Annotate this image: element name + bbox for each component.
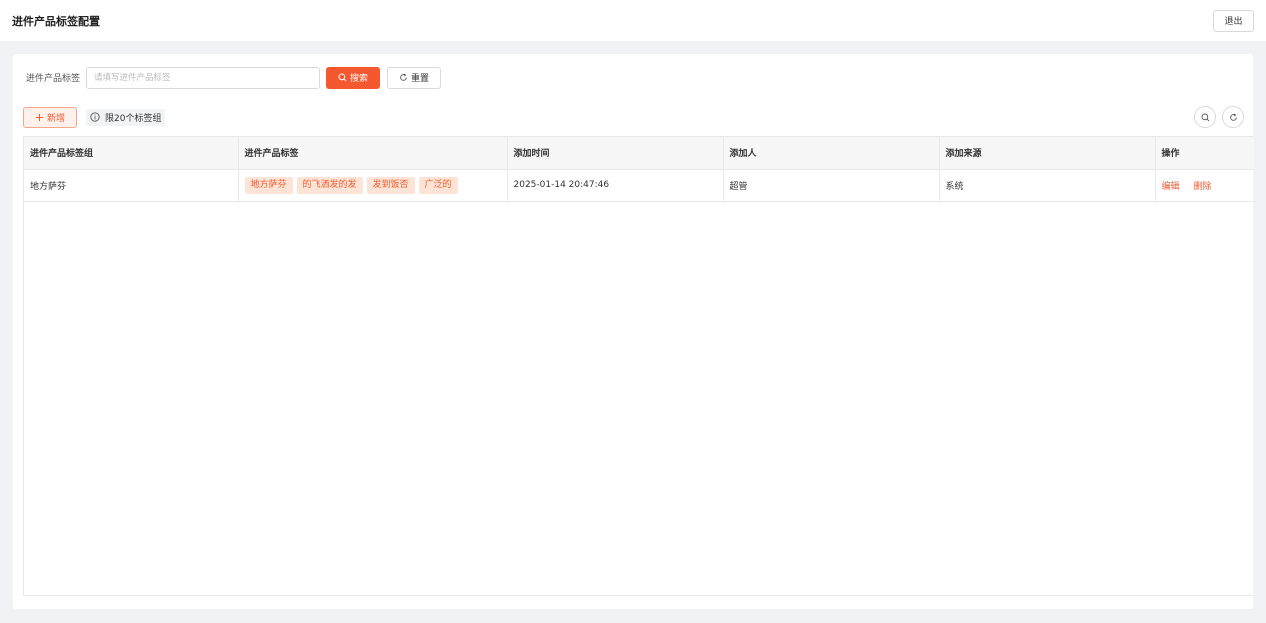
limit-hint: 限20个标签组 xyxy=(86,108,166,126)
product-tag: 广泛的 xyxy=(418,176,458,194)
product-tag: 发到饭否 xyxy=(366,176,415,194)
main-card: 进件产品标签 搜索 重置 新增 限20个标签组 xyxy=(13,54,1254,609)
data-table: 进件产品标签组 进件产品标签 添加时间 添加人 添加来源 操作 地方萨芬 地方萨… xyxy=(23,136,1254,596)
column-header-creator: 添加人 xyxy=(723,137,940,170)
reset-button-label: 重置 xyxy=(411,74,430,84)
delete-link[interactable]: 删除 xyxy=(1194,182,1212,192)
limit-text: 限20个标签组 xyxy=(105,113,162,124)
product-tag: 地方萨芬 xyxy=(244,176,293,194)
logout-button[interactable]: 退出 xyxy=(1213,9,1254,32)
search-button-label: 搜索 xyxy=(350,74,369,84)
column-header-time: 添加时间 xyxy=(507,137,724,170)
search-icon xyxy=(338,73,347,82)
search-icon xyxy=(1201,113,1210,122)
reset-button[interactable]: 重置 xyxy=(387,66,442,89)
cell-creator: 超管 xyxy=(723,169,940,202)
table-tools xyxy=(1194,106,1244,128)
table-header-row: 进件产品标签组 进件产品标签 添加时间 添加人 添加来源 操作 xyxy=(24,137,1254,170)
page-title: 进件产品标签配置 xyxy=(12,14,100,28)
search-form: 进件产品标签 搜索 重置 xyxy=(26,66,442,89)
search-button[interactable]: 搜索 xyxy=(326,66,381,89)
table-toolbar: 新增 限20个标签组 xyxy=(23,105,1244,129)
plus-icon xyxy=(35,113,44,122)
table-refresh-button[interactable] xyxy=(1222,106,1244,128)
search-label: 进件产品标签 xyxy=(26,74,81,84)
add-button[interactable]: 新增 xyxy=(23,106,77,128)
refresh-icon xyxy=(1229,113,1238,122)
table-row: 地方萨芬 地方萨芬 的飞洒发的发 发到饭否 广泛的 2025-01-14 20:47:… xyxy=(24,169,1254,202)
cell-group: 地方萨芬 xyxy=(24,169,239,202)
product-tag: 的飞洒发的发 xyxy=(296,176,363,194)
add-button-label: 新增 xyxy=(46,113,65,124)
info-icon xyxy=(90,112,100,122)
search-input[interactable] xyxy=(86,66,321,89)
cell-source: 系统 xyxy=(939,169,1156,202)
top-bar: 进件产品标签配置 退出 xyxy=(0,0,1266,41)
column-header-group: 进件产品标签组 xyxy=(24,137,239,170)
cell-actions: 编辑 删除 xyxy=(1155,169,1254,202)
refresh-icon xyxy=(399,73,408,82)
edit-link[interactable]: 编辑 xyxy=(1162,182,1180,192)
table-search-button[interactable] xyxy=(1194,106,1216,128)
column-header-source: 添加来源 xyxy=(939,137,1156,170)
column-header-actions: 操作 xyxy=(1155,137,1254,170)
cell-time: 2025-01-14 20:47:46 xyxy=(507,169,724,202)
cell-tags: 地方萨芬 的飞洒发的发 发到饭否 广泛的 xyxy=(238,169,508,202)
column-header-tags: 进件产品标签 xyxy=(238,137,508,170)
